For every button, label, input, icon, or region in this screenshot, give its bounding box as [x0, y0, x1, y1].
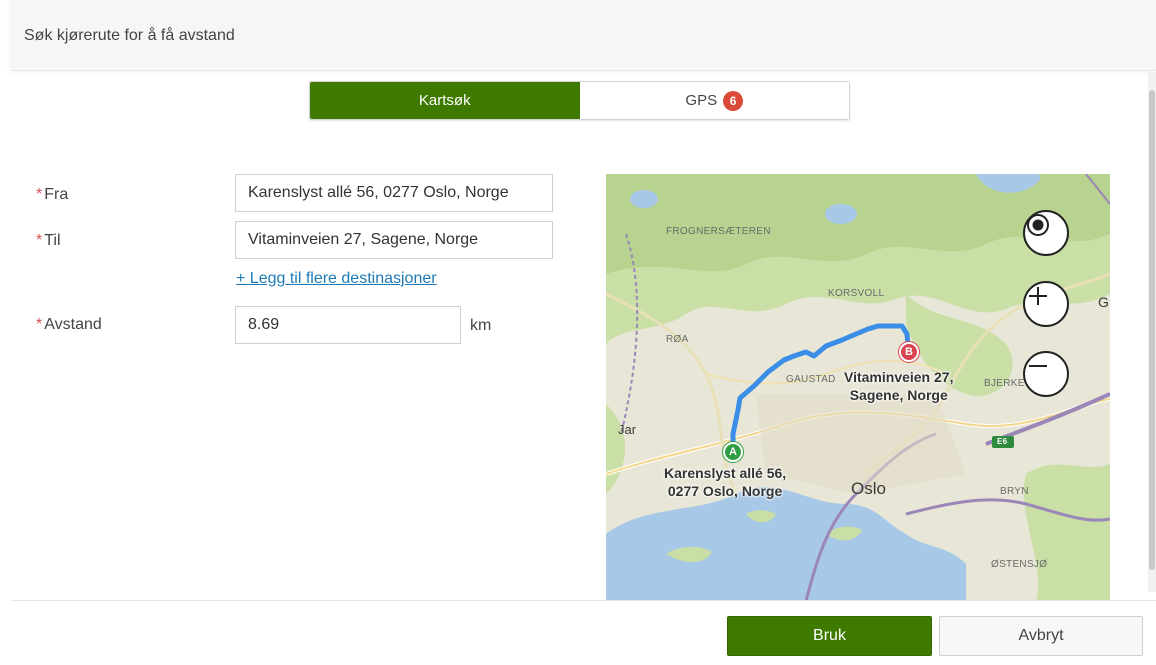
required-marker: * — [36, 232, 43, 249]
start-label-line2: 0277 Oslo, Norge — [667, 483, 783, 499]
end-label-line2: Sagene, Norge — [849, 387, 948, 403]
gps-count-badge: 6 — [723, 90, 744, 111]
distance-label: * Avstand — [36, 316, 102, 334]
start-marker-letter: A — [729, 446, 737, 458]
tab-kartsok-label: Kartsøk — [418, 92, 471, 109]
map-label-bjerke: BJERKE — [984, 378, 1025, 389]
zoom-out-button[interactable] — [1023, 351, 1069, 397]
map-label-g: G — [1098, 294, 1109, 310]
from-label-text: Fra — [44, 186, 69, 203]
tab-kartsok[interactable]: Kartsøk — [310, 82, 580, 119]
to-input[interactable] — [235, 221, 553, 259]
distance-unit: km — [470, 317, 492, 334]
start-label-line1: Karenslyst allé 56, — [664, 465, 787, 481]
required-marker: * — [36, 316, 43, 333]
add-destinations-link[interactable]: + Legg til flere destinasjoner — [236, 270, 437, 288]
end-marker-label: Vitaminveien 27, Sagene, Norge — [844, 368, 953, 404]
zoom-in-button[interactable] — [1023, 281, 1069, 327]
route-search-dialog: Søk kjørerute for å få avstand Kartsøk G… — [0, 0, 1156, 665]
dialog-header: Søk kjørerute for å få avstand — [11, 0, 1156, 71]
map-label-gaustad: GAUSTAD — [786, 374, 836, 385]
cancel-button[interactable]: Avbryt — [939, 616, 1143, 656]
scrollbar[interactable] — [1148, 72, 1156, 592]
distance-label-text: Avstand — [44, 316, 102, 333]
from-input[interactable] — [235, 174, 553, 212]
start-marker-icon[interactable]: A — [723, 442, 743, 462]
map-road-e6: E6 — [997, 437, 1008, 446]
tab-gps[interactable]: GPS 6 — [579, 82, 849, 119]
map-label-frognersaeteren: FROGNERSÆTEREN — [666, 226, 771, 237]
map-label-ostensjo: ØSTENSJØ — [991, 559, 1048, 570]
zoom-in-icon — [1029, 287, 1047, 305]
map-label-roa: RØA — [666, 334, 689, 345]
to-label-text: Til — [44, 232, 61, 249]
from-label: * Fra — [36, 186, 68, 204]
end-marker-icon[interactable]: B — [899, 342, 919, 362]
map-label-oslo: Oslo — [851, 479, 886, 498]
tab-gps-label: GPS — [685, 92, 718, 109]
dialog-title: Søk kjørerute for å få avstand — [24, 27, 235, 44]
locate-button[interactable] — [1023, 210, 1069, 256]
scrollbar-thumb[interactable] — [1149, 90, 1155, 570]
map-label-bryn: BRYN — [1000, 486, 1029, 497]
locate-icon — [1027, 214, 1049, 236]
mode-tabs: Kartsøk GPS 6 — [309, 81, 850, 120]
map-label-jar: Jar — [618, 422, 637, 437]
apply-button[interactable]: Bruk — [727, 616, 932, 656]
map-label-korsvoll: KORSVOLL — [828, 288, 885, 299]
required-marker: * — [36, 186, 43, 203]
end-marker-letter: B — [905, 346, 913, 358]
zoom-out-icon — [1029, 365, 1047, 367]
start-marker-label: Karenslyst allé 56, 0277 Oslo, Norge — [664, 464, 786, 500]
to-label: * Til — [36, 232, 61, 250]
distance-input[interactable] — [235, 306, 461, 344]
route-map[interactable]: FROGNERSÆTEREN KORSVOLL RØA GAUSTAD BJER… — [606, 174, 1110, 601]
end-label-line1: Vitaminveien 27, — [844, 369, 954, 385]
